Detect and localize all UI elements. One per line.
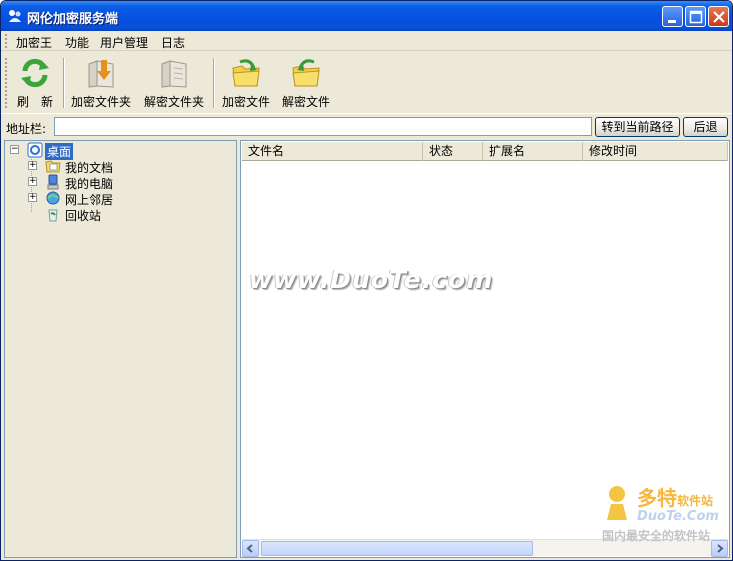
back-button[interactable]: 后退 xyxy=(683,117,728,137)
mascot-icon xyxy=(601,484,633,522)
decrypt-folder-icon xyxy=(156,56,192,90)
badge-slogan: 国内最安全的软件站 xyxy=(602,529,711,543)
list-header: 文件名 状态 扩展名 修改时间 xyxy=(242,142,728,161)
decrypt-file-button[interactable]: 解密文件 xyxy=(279,56,333,112)
menu-log[interactable]: 日志 xyxy=(161,34,185,51)
maximize-icon xyxy=(689,10,703,24)
my-documents-icon xyxy=(45,158,61,174)
address-bar: 地址栏: 转到当前路径 后退 xyxy=(1,115,732,139)
refresh-button[interactable]: 刷 新 xyxy=(11,56,59,112)
recycle-bin-icon xyxy=(45,206,61,222)
folder-tree[interactable]: − 桌面 + 我的文档 + 我的电脑 + 网上邻居 回收站 xyxy=(4,140,237,558)
maximize-button[interactable] xyxy=(685,6,706,27)
column-header-modified-time[interactable]: 修改时间 xyxy=(583,142,728,161)
encrypt-file-button[interactable]: 加密文件 xyxy=(219,56,273,112)
decrypt-file-icon xyxy=(288,56,324,90)
scroll-thumb[interactable] xyxy=(261,541,533,556)
refresh-label: 刷 新 xyxy=(16,95,53,109)
toolbar-separator xyxy=(63,58,65,108)
encrypt-folder-icon xyxy=(83,56,119,90)
my-computer-icon xyxy=(45,174,61,190)
network-places-icon xyxy=(45,190,61,206)
badge-name: 多特软件站 xyxy=(637,486,714,510)
column-header-status[interactable]: 状态 xyxy=(423,142,483,161)
goto-current-path-button[interactable]: 转到当前路径 xyxy=(595,117,680,137)
collapse-icon[interactable]: − xyxy=(10,145,19,154)
decrypt-file-label: 解密文件 xyxy=(281,95,330,109)
encrypt-folder-button[interactable]: 加密文件夹 xyxy=(69,56,133,112)
expand-icon[interactable]: + xyxy=(28,177,37,186)
toolbar: 刷 新 加密文件夹 解密文件夹 加密文件 解密文件 xyxy=(1,52,732,114)
refresh-icon xyxy=(17,56,53,90)
window-title: 网伦加密服务端 xyxy=(27,12,119,27)
close-button[interactable] xyxy=(708,6,729,27)
menubar-grip[interactable] xyxy=(5,34,8,48)
tree-node-desktop[interactable]: − 桌面 xyxy=(9,142,129,160)
menu-functions[interactable]: 功能 xyxy=(65,34,89,51)
menu-user-management[interactable]: 用户管理 xyxy=(100,34,148,51)
decrypt-folder-button[interactable]: 解密文件夹 xyxy=(141,56,207,112)
app-window: 网伦加密服务端 加密王 功能 用户管理 日志 刷 新 加密文件夹 解密文件夹 加… xyxy=(0,0,733,561)
expand-icon[interactable]: + xyxy=(28,161,37,170)
scroll-left-button[interactable] xyxy=(242,540,259,557)
tree-node-recycle-bin[interactable]: 回收站 xyxy=(27,206,147,223)
toolbar-grip[interactable] xyxy=(5,58,8,108)
encrypt-folder-label: 加密文件夹 xyxy=(70,95,131,109)
encrypt-file-icon xyxy=(228,56,264,90)
desktop-icon xyxy=(27,142,43,158)
address-input[interactable] xyxy=(54,117,592,136)
minimize-icon xyxy=(668,20,676,23)
expand-icon[interactable]: + xyxy=(28,193,37,202)
badge-url: DuoTe.Com xyxy=(637,509,719,524)
toolbar-separator xyxy=(213,58,215,108)
decrypt-folder-label: 解密文件夹 xyxy=(143,95,204,109)
chevron-left-icon xyxy=(246,544,253,553)
tree-node-network-places[interactable]: + 网上邻居 xyxy=(27,190,147,207)
title-bar[interactable]: 网伦加密服务端 xyxy=(1,1,732,31)
address-label: 地址栏: xyxy=(6,122,47,136)
minimize-button[interactable] xyxy=(662,6,683,27)
tree-node-my-documents[interactable]: + 我的文档 xyxy=(27,158,147,175)
encrypt-file-label: 加密文件 xyxy=(221,95,270,109)
site-badge: 多特软件站 DuoTe.Com 国内最安全的软件站 xyxy=(599,482,729,548)
app-icon[interactable] xyxy=(7,8,23,24)
tree-node-label: 回收站 xyxy=(65,209,102,223)
column-header-extension[interactable]: 扩展名 xyxy=(483,142,583,161)
menu-bar: 加密王 功能 用户管理 日志 xyxy=(1,31,732,51)
tree-node-my-computer[interactable]: + 我的电脑 xyxy=(27,174,147,191)
menu-encrypt-king[interactable]: 加密王 xyxy=(16,34,52,51)
column-header-filename[interactable]: 文件名 xyxy=(242,142,423,161)
close-icon xyxy=(713,11,725,23)
watermark-text: www.DuoTe.com xyxy=(249,265,494,294)
